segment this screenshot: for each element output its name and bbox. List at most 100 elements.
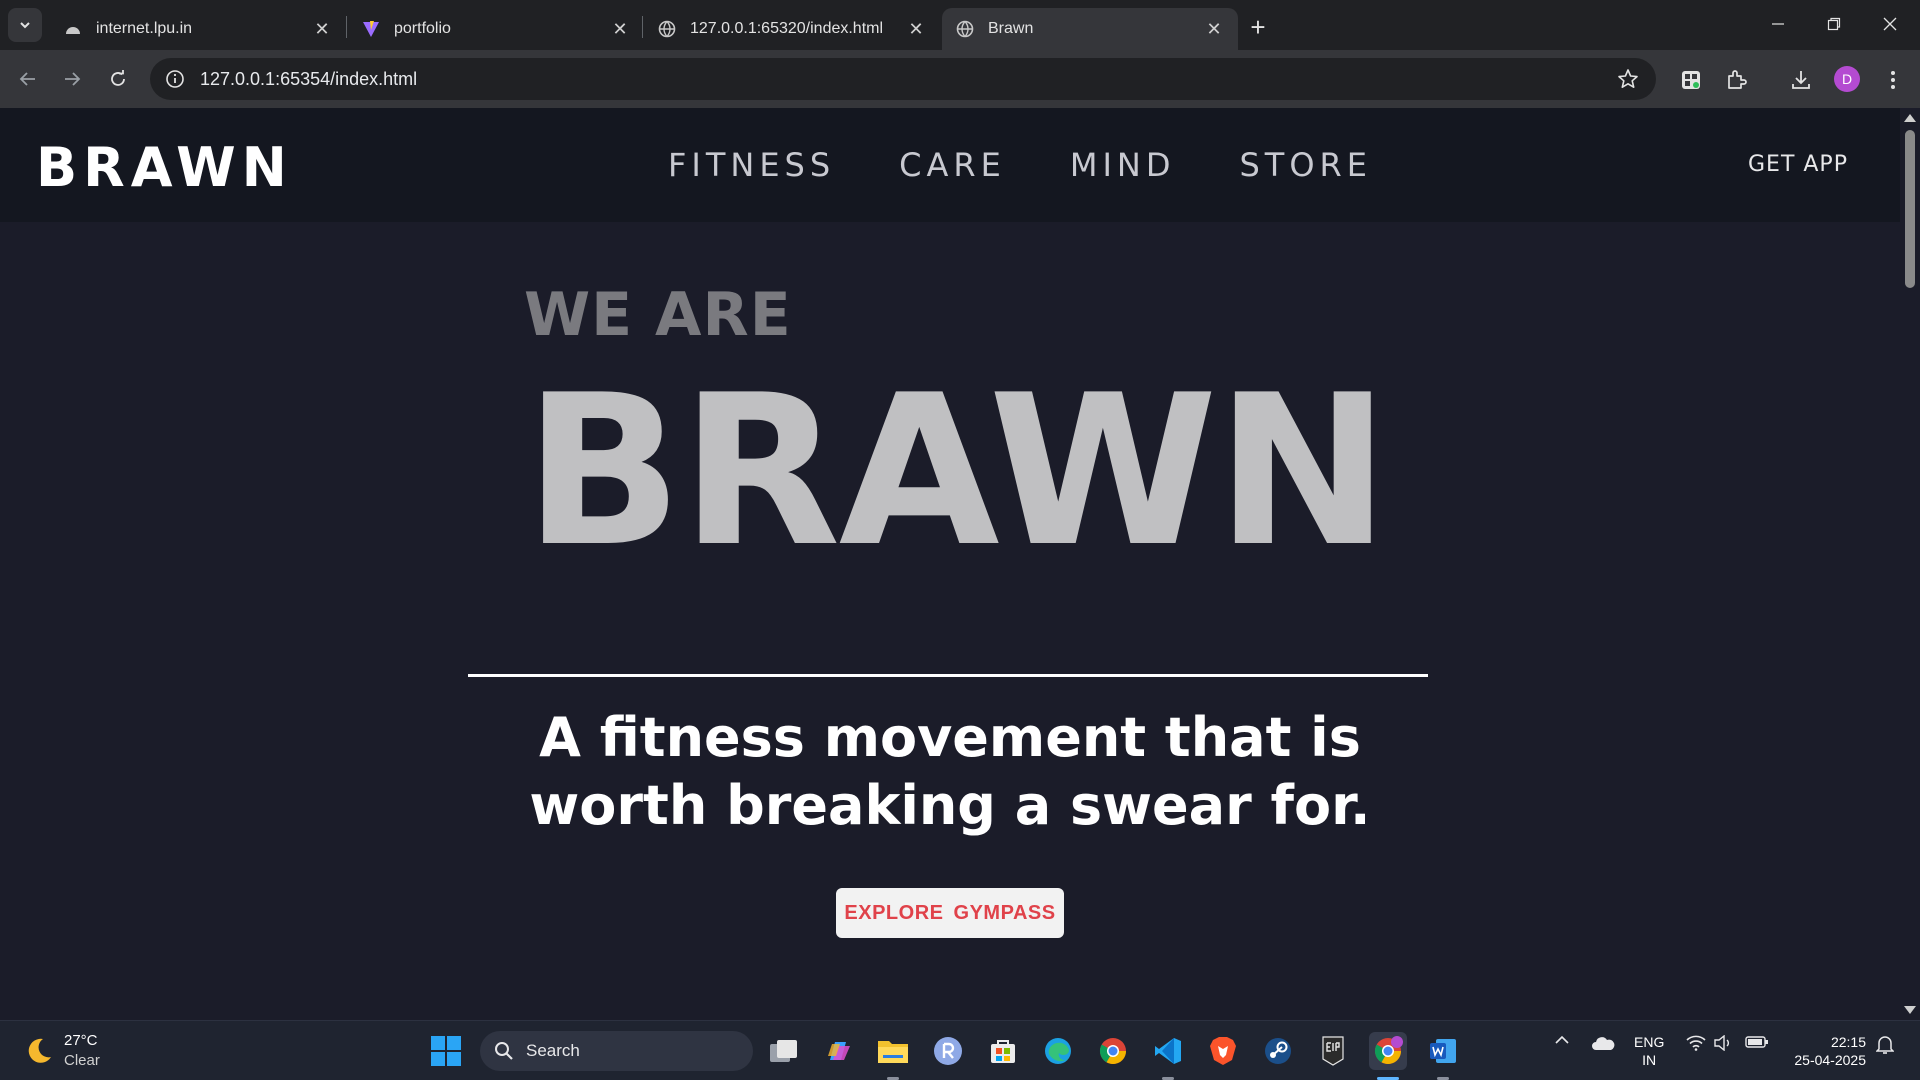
nav-link-care[interactable]: CARE xyxy=(899,146,1006,184)
folder-icon xyxy=(878,1041,908,1063)
moon-icon xyxy=(28,1038,51,1063)
tab-title: internet.lpu.in xyxy=(96,20,193,37)
language-code: ENG xyxy=(1634,1034,1665,1050)
profile-avatar[interactable]: D xyxy=(1834,66,1860,92)
reload-icon xyxy=(111,70,125,86)
windows-taskbar: 27°C Clear Search ENG IN 22:15 25-04-202… xyxy=(0,1020,1920,1080)
r-app-icon xyxy=(934,1037,962,1065)
input-language-indicator[interactable]: ENG IN xyxy=(1634,1033,1664,1069)
chrome-profile-app[interactable] xyxy=(1369,1032,1407,1070)
info-icon[interactable] xyxy=(164,68,186,90)
bookmark-star-icon[interactable] xyxy=(1616,67,1640,91)
epic-games-app[interactable] xyxy=(1314,1032,1352,1070)
nav-link-mind[interactable]: MIND xyxy=(1070,146,1176,184)
page-scrollbar[interactable] xyxy=(1900,108,1920,1020)
scroll-down-arrow-icon[interactable] xyxy=(1904,1006,1916,1014)
r-app[interactable] xyxy=(929,1032,967,1070)
volume-icon[interactable] xyxy=(1712,1035,1736,1051)
extensions-icon[interactable] xyxy=(1721,65,1751,95)
download-icon[interactable] xyxy=(1786,65,1816,95)
restore-icon xyxy=(1827,17,1841,31)
close-icon[interactable]: ✕ xyxy=(610,19,630,39)
forward-button[interactable] xyxy=(56,63,88,95)
search-icon xyxy=(495,1042,513,1060)
notifications-bell-icon[interactable] xyxy=(1874,1035,1896,1055)
start-button[interactable] xyxy=(430,1035,462,1067)
language-region: IN xyxy=(1642,1052,1657,1068)
close-window-button[interactable] xyxy=(1862,0,1918,48)
show-hidden-icons-button[interactable] xyxy=(1552,1035,1572,1045)
taskbar-search[interactable]: Search xyxy=(480,1031,753,1071)
tab-title: portfolio xyxy=(394,20,451,37)
nav-link-store[interactable]: STORE xyxy=(1239,146,1372,184)
globe-icon xyxy=(658,20,676,38)
site-logo[interactable]: BRAWN xyxy=(36,136,293,199)
minimize-button[interactable] xyxy=(1750,0,1806,48)
close-icon[interactable]: ✕ xyxy=(1204,19,1224,39)
tab-brawn[interactable]: Brawn ✕ xyxy=(942,8,1238,50)
get-app-link[interactable]: GET APP xyxy=(1748,152,1848,177)
scrollbar-thumb[interactable] xyxy=(1905,130,1915,288)
chrome-app[interactable] xyxy=(1094,1032,1132,1070)
vite-icon xyxy=(362,20,380,38)
new-tab-button[interactable]: + xyxy=(1243,12,1273,42)
onedrive-icon[interactable] xyxy=(1590,1035,1616,1051)
url-text[interactable]: 127.0.0.1:65354/index.html xyxy=(200,69,417,90)
word-icon xyxy=(1430,1039,1456,1063)
close-icon[interactable]: ✕ xyxy=(906,19,926,39)
tab-title: Brawn xyxy=(988,20,1034,37)
wifi-icon[interactable] xyxy=(1684,1035,1708,1051)
epic-games-icon xyxy=(1322,1036,1344,1066)
tab-search-button[interactable] xyxy=(8,8,42,42)
hero-tagline: A fitness movement that is worth breakin… xyxy=(529,706,1371,837)
vscode-icon xyxy=(1155,1038,1181,1064)
scroll-up-arrow-icon[interactable] xyxy=(1904,114,1916,122)
system-clock[interactable]: 22:15 25-04-2025 xyxy=(1786,1033,1866,1069)
tab-localhost-65320[interactable]: 127.0.0.1:65320/index.html ✕ xyxy=(644,8,940,50)
task-view-button[interactable] xyxy=(765,1032,803,1070)
hero-pre-title: WE ARE xyxy=(524,280,792,350)
address-bar[interactable]: 127.0.0.1:65354/index.html xyxy=(150,58,1656,100)
nav-link-fitness[interactable]: FITNESS xyxy=(668,146,835,184)
search-label: Search xyxy=(526,1041,580,1060)
close-icon xyxy=(1883,17,1897,31)
word-app[interactable] xyxy=(1424,1032,1462,1070)
task-view-icon xyxy=(770,1040,797,1062)
tab-internet-lpu[interactable]: internet.lpu.in ✕ xyxy=(50,8,346,50)
clock-time: 22:15 xyxy=(1830,1034,1866,1050)
edge-icon xyxy=(1045,1038,1071,1064)
vscode-app[interactable] xyxy=(1149,1032,1187,1070)
close-icon[interactable]: ✕ xyxy=(312,19,332,39)
chevron-up-icon xyxy=(1555,1035,1569,1044)
sidebar-apps-icon[interactable] xyxy=(1676,65,1706,95)
weather-widget[interactable]: 27°C Clear xyxy=(24,1031,100,1071)
tab-divider xyxy=(642,16,643,38)
globe-icon xyxy=(956,20,974,38)
reload-button[interactable] xyxy=(102,63,134,95)
arrow-left-icon xyxy=(19,72,35,86)
back-button[interactable] xyxy=(12,63,44,95)
clock-date: 25-04-2025 xyxy=(1794,1052,1866,1068)
brave-app[interactable] xyxy=(1204,1032,1242,1070)
steam-app[interactable] xyxy=(1259,1032,1297,1070)
cloud-icon xyxy=(64,20,82,38)
menu-kebab-icon[interactable] xyxy=(1878,65,1908,95)
page-viewport: BRAWN FITNESS CARE MIND STORE GET APP WE… xyxy=(0,108,1900,1020)
windows-logo-icon xyxy=(431,1036,461,1066)
hero-title: BRAWN xyxy=(524,351,1390,593)
microsoft-store-app[interactable] xyxy=(984,1032,1022,1070)
minimize-icon xyxy=(1772,23,1784,25)
file-explorer-app[interactable] xyxy=(874,1032,912,1070)
restore-button[interactable] xyxy=(1806,0,1862,48)
tab-portfolio[interactable]: portfolio ✕ xyxy=(348,8,644,50)
site-header: BRAWN FITNESS CARE MIND STORE GET APP xyxy=(0,108,1900,222)
hero-divider xyxy=(468,674,1428,677)
tab-title: 127.0.0.1:65320/index.html xyxy=(690,20,884,37)
edge-app[interactable] xyxy=(1039,1032,1077,1070)
explore-gympass-button[interactable]: EXPLORE GYMPASS xyxy=(836,888,1064,938)
browser-toolbar: 127.0.0.1:65354/index.html xyxy=(0,50,1920,108)
battery-icon[interactable] xyxy=(1744,1035,1770,1049)
weather-condition: Clear xyxy=(64,1052,100,1069)
copilot-app[interactable] xyxy=(820,1032,858,1070)
brave-icon xyxy=(1210,1037,1236,1065)
